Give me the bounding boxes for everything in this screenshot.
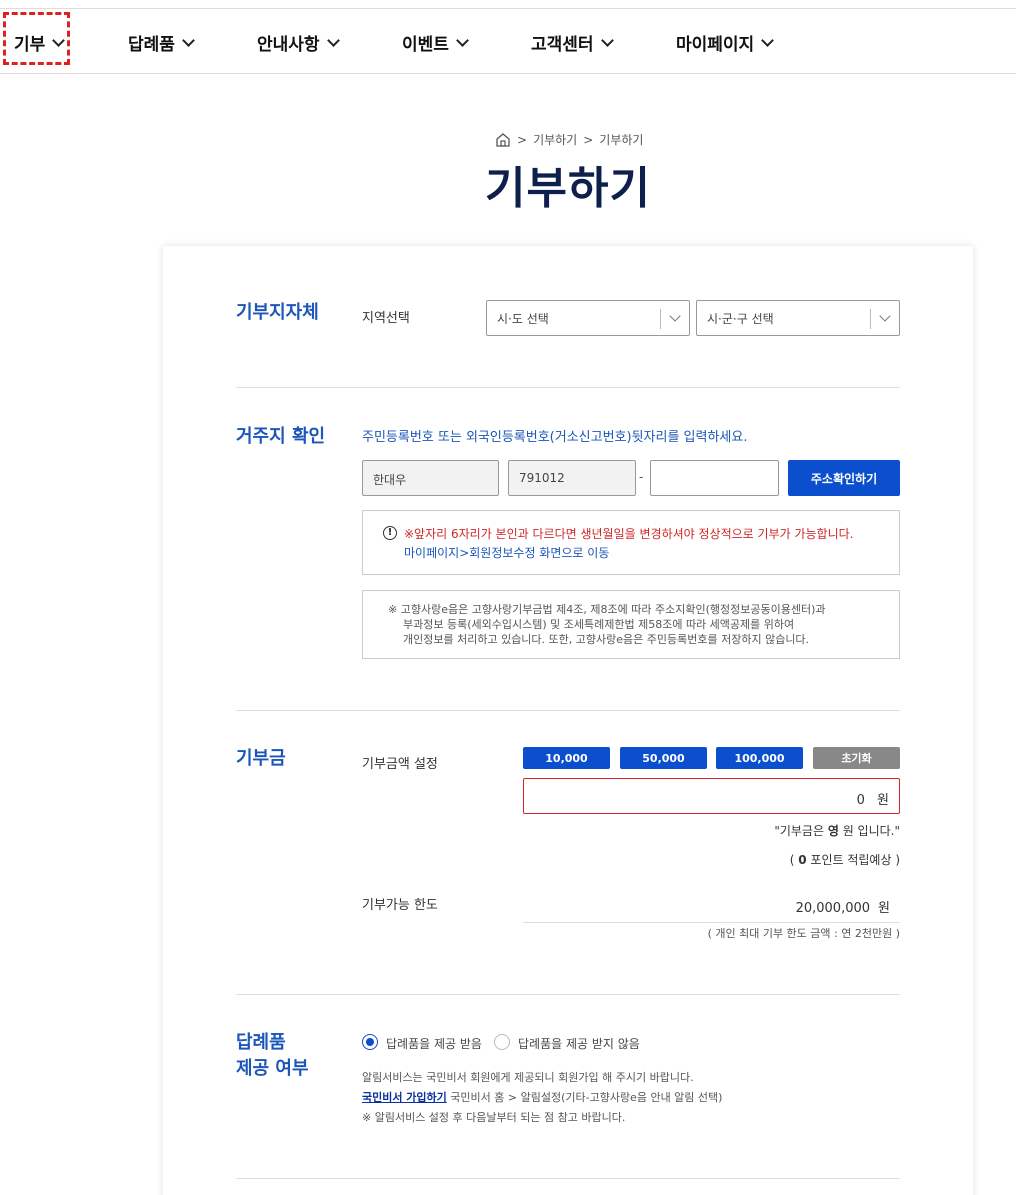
nav-label: 마이페이지	[676, 35, 755, 55]
top-navigation: 기부 답례품 안내사항 이벤트 고객센터 마이페이지	[0, 8, 1016, 74]
reset-button[interactable]: 초기화	[813, 747, 900, 769]
rrn-back-input[interactable]	[650, 460, 779, 496]
nav-label: 고객센터	[531, 35, 594, 55]
limit-note: ( 개인 최대 기부 한도 금액 : 연 2천만원 )	[707, 927, 900, 940]
points-suffix: 포인트 적립예상 )	[806, 853, 900, 867]
gift-section-title: 답례품 제공 여부	[236, 1030, 309, 1082]
nav-item-support[interactable]: 고객센터	[531, 30, 614, 55]
chevron-down-icon	[326, 33, 340, 47]
chevron-down-icon	[182, 33, 195, 47]
warning-text: ※앞자리 6자리가 본인과 다르다면 생년월일을 변경하셔야 정상적으로 기부가…	[404, 527, 854, 541]
home-icon[interactable]	[495, 132, 511, 147]
region-section-title: 기부지자체	[236, 302, 319, 323]
address-confirm-button[interactable]: 주소확인하기	[788, 460, 900, 496]
section-divider	[236, 1178, 900, 1179]
points-value: 0	[798, 853, 807, 867]
amount-100000-button[interactable]: 100,000	[716, 747, 803, 769]
amount-unit: 원	[877, 793, 889, 808]
breadcrumb: > 기부하기 > 기부하기	[495, 131, 643, 148]
donation-section-title: 기부금	[236, 748, 286, 769]
limit-underline	[523, 922, 900, 923]
nav-item-mypage[interactable]: 마이페이지	[676, 30, 775, 55]
privacy-note-line: 부과정보 등록(세외수입시스템) 및 조세특례제한법 제58조에 따라 세액공제…	[403, 618, 795, 631]
sigungu-select-value: 시·군·구 선택	[707, 312, 774, 326]
breadcrumb-separator: >	[583, 132, 594, 147]
privacy-note-line: 개인정보를 처리하고 있습니다. 또한, 고향사랑e음은 주민등록번호를 저장하…	[403, 633, 810, 646]
gift-no-label[interactable]: 답례품을 제공 받지 않음	[518, 1035, 640, 1052]
notification-info: 알림서비스는 국민비서 회원에게 제공되니 회원가입 해 주시기 바랍니다.	[362, 1071, 694, 1084]
points-prefix: (	[789, 853, 799, 867]
breadcrumb-separator: >	[517, 132, 528, 147]
limit-label: 기부가능 한도	[362, 898, 438, 913]
nav-label: 이벤트	[402, 35, 449, 55]
nav-item-gifts[interactable]: 답례품	[128, 30, 195, 55]
section-divider	[236, 710, 900, 711]
select-separator	[870, 309, 871, 329]
privacy-note-line: ※ 고향사랑e음은 고향사랑기부금법 제4조, 제8조에 따라 주소지확인(행정…	[388, 603, 826, 616]
nav-item-guide[interactable]: 안내사항	[257, 30, 340, 55]
notification-info: ※ 알림서비스 설정 후 다음날부터 되는 점 참고 바랍니다.	[362, 1111, 626, 1124]
chevron-down-icon	[600, 33, 614, 47]
breadcrumb-item[interactable]: 기부하기	[533, 131, 577, 148]
points-estimate: ( 0 포인트 적립예상 )	[790, 851, 900, 868]
limit-value: 20,000,000	[795, 901, 871, 916]
residence-section-title: 거주지 확인	[236, 426, 326, 447]
national-secretary-signup-link[interactable]: 국민비서 가입하기	[362, 1091, 447, 1104]
page-title: 기부하기	[485, 163, 651, 214]
nav-label: 안내사항	[257, 35, 320, 55]
notification-info: 국민비서 가입하기 국민비서 홈 > 알림설정(기타-고향사랑e음 안내 알림 …	[362, 1089, 722, 1105]
amount-50000-button[interactable]: 50,000	[620, 747, 707, 769]
donation-form-card: 기부지자체 지역선택 시·도 선택 시·군·구 선택 거주지 확인 주민등록번호…	[163, 246, 973, 1195]
select-separator	[660, 309, 661, 329]
name-field: 한대우	[362, 460, 499, 496]
rrn-dash: -	[639, 470, 644, 484]
gift-title-line: 제공 여부	[236, 1058, 309, 1079]
gift-no-radio[interactable]	[494, 1034, 510, 1050]
focus-highlight	[3, 12, 70, 65]
sigungu-select[interactable]: 시·군·구 선택	[696, 300, 900, 336]
exclamation-icon: !	[383, 526, 397, 540]
chevron-down-icon	[669, 310, 681, 322]
donation-amount-input[interactable]: 0 원	[523, 778, 900, 814]
residence-instruction: 주민등록번호 또는 외국인등록번호(거소신고번호)뒷자리를 입력하세요.	[362, 430, 748, 445]
summary-prefix: "기부금은	[774, 824, 828, 838]
limit-unit: 원	[878, 901, 890, 916]
gift-yes-radio[interactable]	[362, 1034, 378, 1050]
summary-suffix: 원 입니다."	[838, 824, 900, 838]
sido-select[interactable]: 시·도 선택	[486, 300, 690, 336]
limit-amount: 20,000,000 원	[796, 897, 890, 916]
chevron-down-icon	[761, 33, 775, 47]
privacy-note-box: ※ 고향사랑e음은 고향사랑기부금법 제4조, 제8조에 따라 주소지확인(행정…	[362, 590, 900, 659]
region-label: 지역선택	[362, 311, 410, 326]
warning-box: ! ※앞자리 6자리가 본인과 다르다면 생년월일을 변경하셔야 정상적으로 기…	[362, 510, 900, 575]
breadcrumb-item[interactable]: 기부하기	[599, 131, 643, 148]
notification-info-rest: 국민비서 홈 > 알림설정(기타-고향사랑e음 안내 알림 선택)	[446, 1091, 723, 1104]
birthdate-field: 791012	[508, 460, 636, 496]
chevron-down-icon	[456, 33, 469, 47]
amount-10000-button[interactable]: 10,000	[523, 747, 610, 769]
chevron-down-icon	[879, 310, 891, 322]
amount-label: 기부금액 설정	[362, 757, 438, 772]
nav-label: 답례품	[128, 35, 175, 55]
summary-amount-korean: 영	[827, 824, 839, 838]
amount-value: 0	[856, 793, 865, 808]
nav-item-events[interactable]: 이벤트	[402, 30, 469, 55]
gift-title-line: 답례품	[236, 1032, 286, 1053]
mypage-edit-link[interactable]: 마이페이지>회원정보수정 화면으로 이동	[404, 544, 609, 561]
section-divider	[236, 994, 900, 995]
sido-select-value: 시·도 선택	[497, 312, 549, 326]
donation-summary: "기부금은 영 원 입니다."	[774, 822, 900, 839]
section-divider	[236, 387, 900, 388]
gift-yes-label[interactable]: 답례품을 제공 받음	[386, 1035, 482, 1052]
